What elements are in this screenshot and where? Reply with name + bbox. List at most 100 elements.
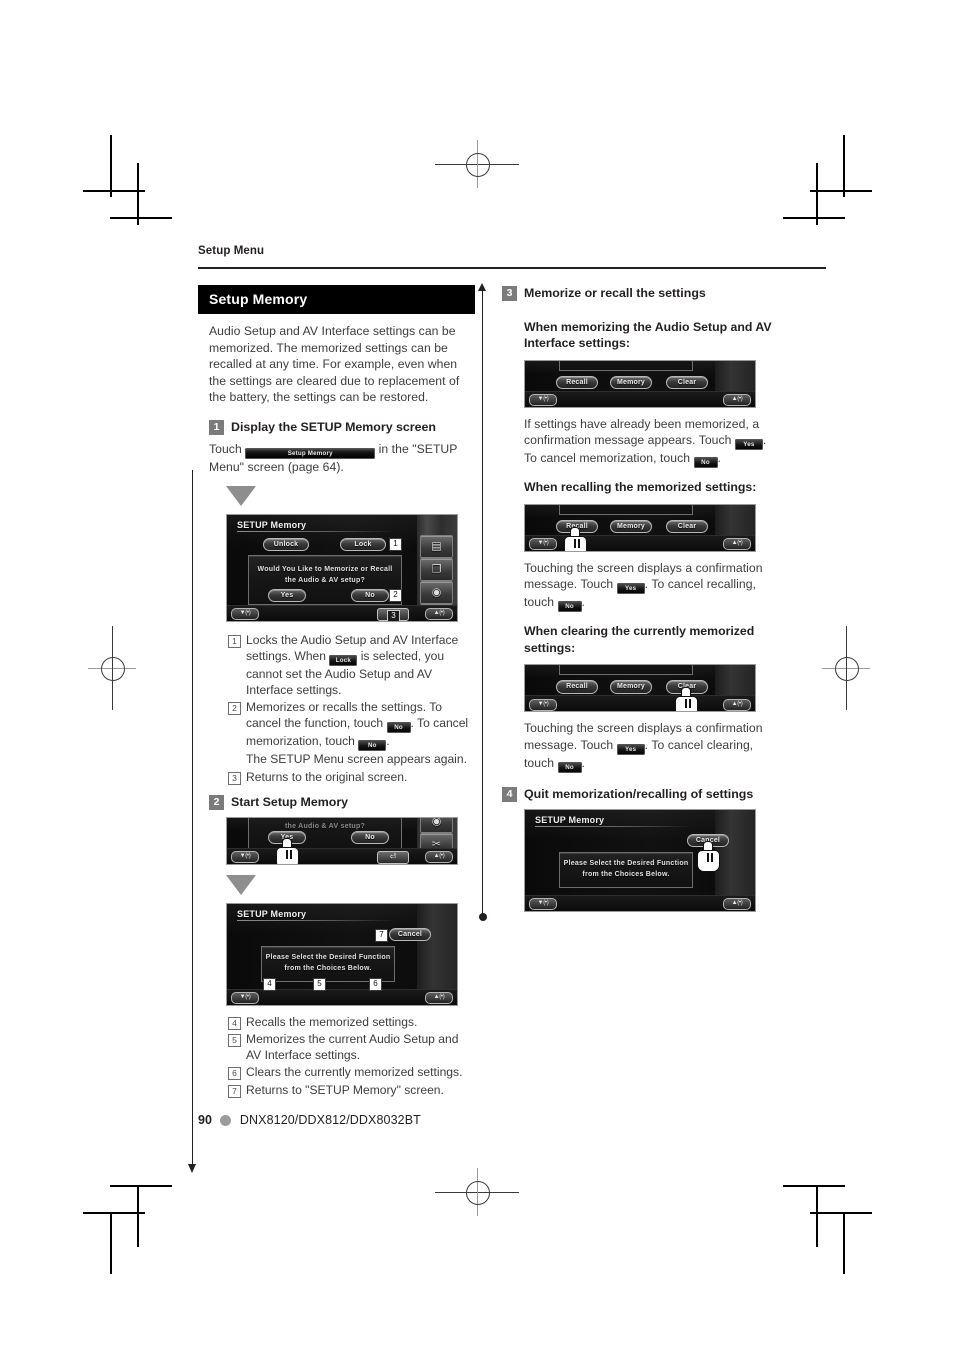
device-screenshot-quit: SETUP Memory Cancel Please Select the De… xyxy=(524,808,756,912)
running-head: Setup Menu xyxy=(198,245,265,257)
callout-text-5: Memorizes the current Audio Setup and AV… xyxy=(246,1031,459,1063)
callout-tag-recall: 4 xyxy=(263,977,276,991)
callout-tag-cancel: 7 xyxy=(375,928,388,942)
screen3-pill-right[interactable]: ▲(•) xyxy=(425,992,453,1005)
clear-pill-right[interactable]: ▲(•) xyxy=(723,698,751,711)
subhead-memorize: When memorizing the Audio Setup and AV I… xyxy=(524,320,772,351)
step-4: 4 Quit memorization/recalling of setting… xyxy=(502,786,779,802)
clear-recall-button[interactable]: Recall xyxy=(556,680,598,694)
screen4-pill-left[interactable]: ▼(•) xyxy=(529,898,557,911)
clear-pill-left[interactable]: ▼(•) xyxy=(529,698,557,711)
yes-key-chip-memorize: Yes xyxy=(734,439,763,451)
screen3-dialog-line2: from the Choices Below. xyxy=(284,964,372,972)
left-column-guide-rule xyxy=(188,470,196,1173)
clear-memory-button[interactable]: Memory xyxy=(610,680,652,694)
screen4-pill-right[interactable]: ▲(•) xyxy=(723,898,751,911)
screen3-status-strip: ▼(•) ▲(•) xyxy=(227,988,457,1005)
step-3: 3 Memorize or recall the settings xyxy=(502,285,779,301)
subhead-clear: When clearing the currently memorized se… xyxy=(524,624,755,655)
callout-tag-clear: 6 xyxy=(369,977,382,991)
yes-key-chip-clear: Yes xyxy=(616,743,645,755)
screen2-pill-left[interactable]: ▼(•) xyxy=(231,851,259,864)
memorize-memory-button[interactable]: Memory xyxy=(610,375,652,390)
disc-icon-partial[interactable]: ◉ xyxy=(420,817,453,833)
footer-bullet-icon xyxy=(219,1114,231,1126)
screen1-lock-button[interactable]: Lock xyxy=(340,537,386,552)
recall-clear-button[interactable]: Clear xyxy=(666,519,708,534)
screen1-no-button[interactable]: No xyxy=(351,588,389,603)
callout-number-2: 2 xyxy=(228,702,241,716)
memorize-note: If settings have already been memorized,… xyxy=(524,416,779,469)
memorize-pill-right[interactable]: ▲(•) xyxy=(723,394,751,407)
lock-key-chip: Lock xyxy=(329,654,358,666)
screen2-no-button[interactable]: No xyxy=(351,830,389,845)
memorize-note-part1: If settings have already been memorized,… xyxy=(524,416,760,448)
callout-item-2: 2 Memorizes or recalls the settings. To … xyxy=(228,699,475,767)
manual-page: Setup Menu Setup Memory Audio Setup and … xyxy=(0,0,954,1350)
clear-status-strip: ▼(•) ▲(•) xyxy=(525,695,755,712)
device-screenshot-memorize: Recall Memory Clear ▼(•) ▲(•) xyxy=(524,359,756,408)
callout-number-4: 4 xyxy=(228,1016,241,1030)
recall-memory-button[interactable]: Memory xyxy=(610,519,652,534)
device-screenshot-clear: Recall Memory Clear ▼(•) ▲(•) xyxy=(524,664,756,713)
screen1-status-strip: ▼(•) ⏎ ▲(•) xyxy=(227,604,457,621)
callout-2-after: . xyxy=(386,734,390,749)
screen3-pill-left[interactable]: ▼(•) xyxy=(231,992,259,1005)
screen1-yes-button[interactable]: Yes xyxy=(268,588,306,603)
recall-pill-left[interactable]: ▼(•) xyxy=(529,538,557,551)
no-key-chip-clear: No xyxy=(557,761,582,773)
callout-item-4: 4 Recalls the memorized settings. xyxy=(228,1014,475,1030)
memorize-pill-left[interactable]: ▼(•) xyxy=(529,394,557,407)
list-icon[interactable]: ▤ xyxy=(420,534,453,558)
device-screenshot-recall: Recall Memory Clear ▼(•) ▲(•) xyxy=(524,503,756,552)
callout-tag-memory: 5 xyxy=(313,977,326,991)
step-1: 1 Display the SETUP Memory screen xyxy=(209,419,475,435)
no-key-chip-a: No xyxy=(386,722,411,734)
no-key-chip-memorize: No xyxy=(693,457,718,469)
callout-text-3: Returns to the original screen. xyxy=(246,769,408,784)
screen1-pill-right[interactable]: ▲(•) xyxy=(425,608,453,621)
memorize-clear-button[interactable]: Clear xyxy=(666,375,708,390)
disc-icon[interactable]: ◉ xyxy=(420,580,453,604)
registration-mark-left xyxy=(88,626,136,710)
step-3-number: 3 xyxy=(502,286,517,301)
registration-mark-top xyxy=(435,140,519,188)
callout-text-1: Locks the Audio Setup and AV Interface s… xyxy=(246,632,475,699)
clear-note: Touching the screen displays a confirmat… xyxy=(524,720,779,773)
step-3-title: Memorize or recall the settings xyxy=(524,286,706,300)
screen2-pill-right[interactable]: ▲(•) xyxy=(425,851,453,864)
screen2-return-button[interactable]: ⏎ xyxy=(377,850,409,864)
step-4-number: 4 xyxy=(502,786,517,802)
touch-lead-text: Touch xyxy=(209,441,242,456)
callout-tag-no: 2 xyxy=(389,588,402,602)
callout-item-6: 6 Clears the currently memorized setting… xyxy=(228,1064,475,1081)
callout-tag-lock: 1 xyxy=(389,537,402,551)
callout-text-4: Recalls the memorized settings. xyxy=(246,1014,418,1029)
device-screenshot-choices: SETUP Memory 7 Cancel Please Select the … xyxy=(226,902,458,1006)
callout-tag-return: 3 xyxy=(387,609,400,621)
callout-number-1: 1 xyxy=(228,634,241,648)
device-screenshot-setup-memory-dialog: SETUP Memory Unlock Lock 1 Would You Lik… xyxy=(226,513,458,622)
screen1-pill-left[interactable]: ▼(•) xyxy=(231,608,259,621)
recall-pill-right[interactable]: ▲(•) xyxy=(723,538,751,551)
step-2-number: 2 xyxy=(209,794,224,810)
footer-model-list: DNX8120/DDX812/DDX8032BT xyxy=(239,1113,421,1127)
callout-number-5: 5 xyxy=(228,1033,241,1047)
screen1-dialog-line2: the Audio & AV setup? xyxy=(284,576,366,584)
screen3-cancel-button[interactable]: Cancel xyxy=(389,927,431,942)
memorize-status-strip: ▼(•) ▲(•) xyxy=(525,390,755,407)
callout-text-7: Returns to "SETUP Memory" screen. xyxy=(246,1082,444,1097)
screen4-status-strip: ▼(•) ▲(•) xyxy=(525,894,755,911)
clear-dialog-crop xyxy=(559,665,693,676)
screen2-status-strip: ▼(•) ⏎ ▲(•) xyxy=(227,847,457,864)
recall-dialog-crop xyxy=(559,504,693,515)
callout-item-3: 3 Returns to the original screen. xyxy=(228,769,475,785)
screen4-dialog-line2: from the Choices Below. xyxy=(582,870,670,878)
pointing-hand-icon-yes xyxy=(274,837,300,864)
screen1-unlock-button[interactable]: Unlock xyxy=(263,537,309,552)
callout-text-2: Memorizes or recalls the settings. To ca… xyxy=(246,699,475,767)
screen4-dialog: Please Select the Desired Function from … xyxy=(559,851,693,888)
memorize-recall-button[interactable]: Recall xyxy=(556,375,598,390)
callout-number-7: 7 xyxy=(228,1084,241,1098)
media-icon[interactable]: ❒ xyxy=(420,557,453,581)
